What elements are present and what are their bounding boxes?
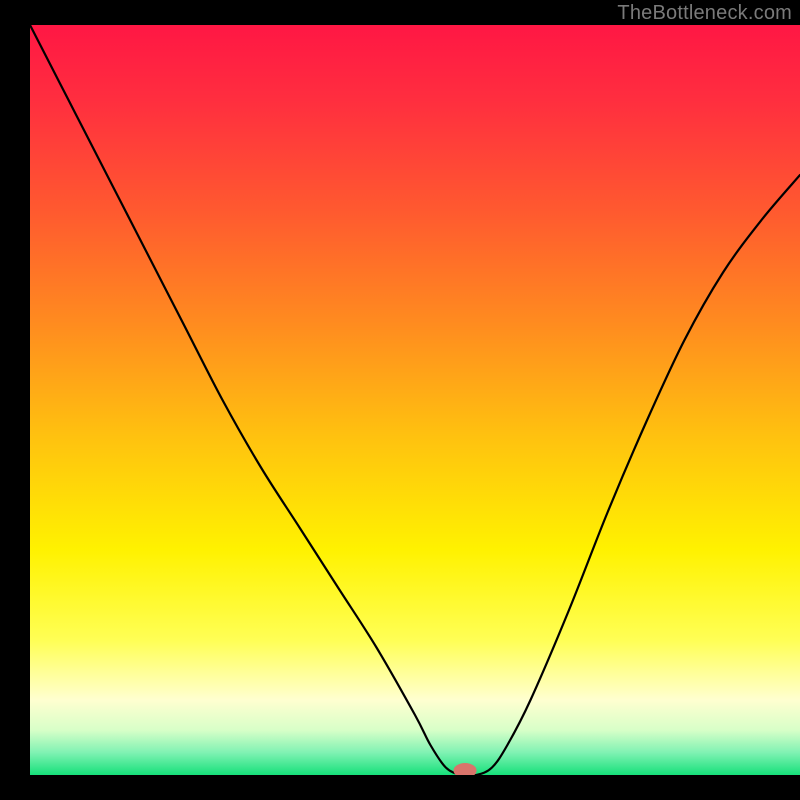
gradient-background [30, 25, 800, 775]
watermark-text: TheBottleneck.com [617, 2, 792, 25]
bottleneck-chart [30, 25, 800, 775]
plot-area [30, 25, 800, 775]
chart-frame: TheBottleneck.com [0, 0, 800, 800]
